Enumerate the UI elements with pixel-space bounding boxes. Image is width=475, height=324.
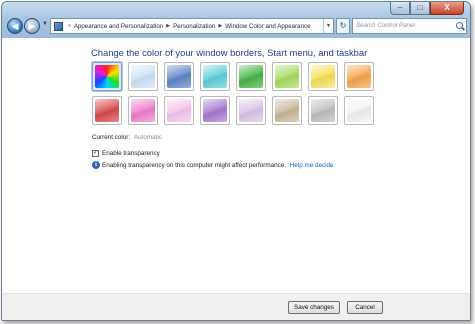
color-swatch-lime[interactable] bbox=[272, 62, 302, 91]
color-swatch-leaf[interactable] bbox=[236, 62, 266, 91]
color-swatch-violet[interactable] bbox=[200, 96, 230, 125]
help-me-decide-link[interactable]: Help me decide bbox=[290, 162, 334, 169]
button-bar: Save changes Cancel bbox=[2, 293, 470, 320]
enable-transparency-checkbox[interactable]: ✓ bbox=[92, 150, 99, 157]
enable-transparency-label[interactable]: Enable transparency bbox=[102, 150, 160, 157]
close-button[interactable]: X bbox=[430, 2, 464, 15]
swatch-fill bbox=[311, 65, 335, 88]
search-placeholder: Search Control Panel bbox=[356, 22, 415, 29]
breadcrumb-separator[interactable]: ▶ bbox=[166, 23, 170, 29]
breadcrumb-separator[interactable]: ▶ bbox=[218, 23, 222, 29]
recent-pages-dropdown[interactable]: ▼ bbox=[42, 21, 48, 27]
color-swatch-twilight[interactable] bbox=[164, 62, 194, 91]
save-changes-button[interactable]: Save changes bbox=[288, 301, 340, 314]
minimize-button[interactable]: – bbox=[390, 2, 410, 15]
window-controls: – □ X bbox=[390, 2, 464, 15]
transparency-info-text: Enabling transparency on this computer m… bbox=[102, 162, 286, 169]
breadcrumb-appearance[interactable]: Appearance and Personalization bbox=[74, 23, 163, 30]
address-bar[interactable]: « Appearance and Personalization ▶ Perso… bbox=[50, 18, 334, 34]
color-swatch-chocolate[interactable] bbox=[308, 96, 338, 125]
current-color-label: Current color: bbox=[92, 134, 131, 141]
color-swatch-pumpkin[interactable] bbox=[344, 62, 374, 91]
title-bar: – □ X ◀ ▶ ▼ « Appearance and Personaliza… bbox=[2, 2, 470, 38]
swatch-fill bbox=[95, 99, 119, 122]
cancel-button[interactable]: Cancel bbox=[347, 301, 383, 314]
breadcrumb-window-color[interactable]: Window Color and Appearance bbox=[225, 23, 310, 30]
window: – □ X ◀ ▶ ▼ « Appearance and Personaliza… bbox=[1, 1, 471, 321]
address-dropdown[interactable]: ▼ bbox=[323, 19, 333, 33]
swatch-fill bbox=[239, 65, 263, 88]
color-swatch-blush[interactable] bbox=[164, 96, 194, 125]
maximize-button[interactable]: □ bbox=[410, 2, 430, 15]
swatch-fill bbox=[275, 99, 299, 122]
color-swatch-sky[interactable] bbox=[128, 62, 158, 91]
color-swatch-lavender[interactable] bbox=[236, 96, 266, 125]
swatch-fill bbox=[131, 65, 155, 88]
current-color-value: Automatic bbox=[133, 134, 162, 141]
swatch-fill bbox=[131, 99, 155, 122]
swatch-fill bbox=[167, 65, 191, 88]
breadcrumb-overflow[interactable]: « bbox=[68, 23, 71, 29]
search-input[interactable]: Search Control Panel bbox=[352, 18, 467, 34]
forward-button[interactable]: ▶ bbox=[24, 18, 40, 34]
swatch-fill bbox=[95, 65, 119, 88]
color-swatch-ruby[interactable] bbox=[92, 96, 122, 125]
breadcrumb-personalization[interactable]: Personalization bbox=[173, 23, 215, 30]
color-swatch-rainbow[interactable] bbox=[92, 62, 122, 91]
swatch-fill bbox=[167, 99, 191, 122]
swatch-fill bbox=[239, 99, 263, 122]
color-swatch-frost[interactable] bbox=[344, 96, 374, 125]
page-title: Change the color of your window borders,… bbox=[91, 47, 368, 58]
swatch-fill bbox=[203, 99, 227, 122]
info-icon: i bbox=[92, 161, 100, 169]
swatch-fill bbox=[311, 99, 335, 122]
search-icon[interactable] bbox=[456, 22, 463, 29]
swatch-fill bbox=[203, 65, 227, 88]
swatch-fill bbox=[347, 65, 371, 88]
swatch-fill bbox=[347, 99, 371, 122]
refresh-button[interactable]: ↻ bbox=[336, 18, 350, 34]
control-panel-icon bbox=[54, 21, 63, 31]
main-content: Change the color of your window borders,… bbox=[2, 38, 470, 293]
color-swatch-sea[interactable] bbox=[200, 62, 230, 91]
current-color: Current color: Automatic bbox=[92, 134, 162, 141]
color-swatch-fuchsia[interactable] bbox=[128, 96, 158, 125]
color-swatch-lemon[interactable] bbox=[308, 62, 338, 91]
back-button[interactable]: ◀ bbox=[7, 18, 23, 34]
transparency-info: Enabling transparency on this computer m… bbox=[102, 162, 334, 169]
swatch-fill bbox=[275, 65, 299, 88]
color-swatch-taupe[interactable] bbox=[272, 96, 302, 125]
